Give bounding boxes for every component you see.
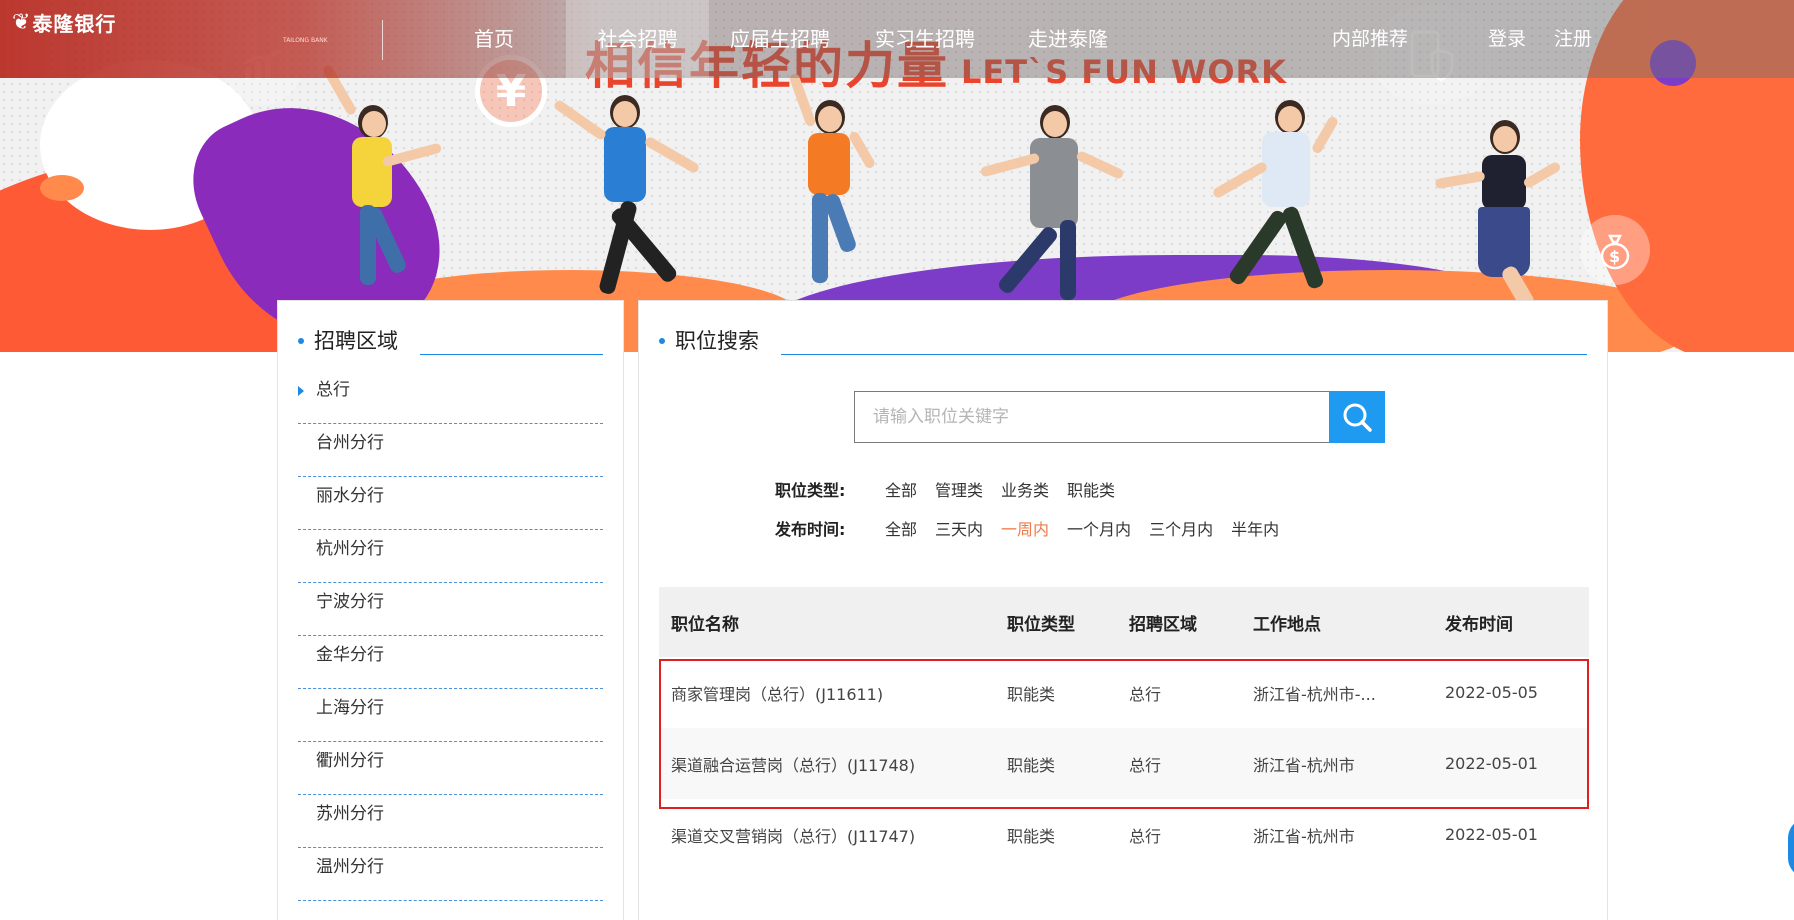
job-region-cell: 总行 <box>1129 755 1162 775</box>
nav-social-recruitment[interactable]: 社会招聘 <box>566 0 709 78</box>
region-item-quzhou[interactable]: 衢州分行 <box>298 742 603 795</box>
bullet-dot <box>298 338 304 344</box>
table-row[interactable]: 商家管理岗（总行）(J11611) 职能类 总行 浙江省-杭州市-... 202… <box>659 657 1589 728</box>
region-item-hangzhou[interactable]: 杭州分行 <box>298 530 603 583</box>
time-option-one-week[interactable]: 一周内 <box>1001 516 1049 540</box>
job-type-label: 职位类型: <box>775 481 846 500</box>
chat-widget-tab[interactable] <box>1788 818 1794 878</box>
job-region-cell: 总行 <box>1129 826 1162 846</box>
region-panel: 招聘区域 总行 台州分行 丽水分行 杭州分行 宁波分行 金华分行 上海分行 衢州… <box>277 300 624 920</box>
nav-divider <box>382 20 383 60</box>
job-date-cell: 2022-05-05 <box>1445 683 1538 702</box>
banner-person <box>780 72 880 295</box>
time-option-three-months[interactable]: 三个月内 <box>1149 516 1213 540</box>
table-header: 职位名称 职位类型 招聘区域 工作地点 发布时间 <box>659 587 1589 657</box>
column-header-type: 职位类型 <box>1007 614 1075 635</box>
search-icon <box>1343 403 1372 432</box>
column-header-location: 工作地点 <box>1253 614 1321 635</box>
job-date-cell: 2022-05-01 <box>1445 754 1538 773</box>
region-item-wenzhou[interactable]: 温州分行 <box>298 848 603 901</box>
selected-arrow-icon <box>298 386 304 396</box>
job-region-cell: 总行 <box>1129 684 1162 704</box>
region-label: 总行 <box>316 380 350 400</box>
time-option-all[interactable]: 全部 <box>885 516 917 540</box>
region-item-taizhou[interactable]: 台州分行 <box>298 424 603 477</box>
bullet-dot <box>659 338 665 344</box>
brand-name: 泰隆银行 <box>32 12 117 36</box>
header-underline <box>420 354 603 355</box>
job-type-cell: 职能类 <box>1007 684 1056 704</box>
region-label: 温州分行 <box>316 857 384 877</box>
nav-home[interactable]: 首页 <box>462 0 526 78</box>
time-option-one-month[interactable]: 一个月内 <box>1067 516 1131 540</box>
column-header-date: 发布时间 <box>1445 614 1513 635</box>
header-underline <box>781 354 1587 355</box>
job-title-cell[interactable]: 渠道交叉营销岗（总行）(J11747) <box>659 823 1007 847</box>
nav-graduate-recruitment[interactable]: 应届生招聘 <box>720 0 840 78</box>
register-link[interactable]: 注册 <box>1554 0 1592 78</box>
banner-person <box>320 63 443 295</box>
job-search-panel: 职位搜索 职位类型: 全部 管理类 业务类 职能类 发布时间: 全部 三天内 一… <box>638 300 1608 920</box>
svg-text:$: $ <box>1609 247 1620 266</box>
region-item-shanghai[interactable]: 上海分行 <box>298 689 603 742</box>
search-button[interactable] <box>1329 391 1385 443</box>
type-option-functional[interactable]: 职能类 <box>1067 477 1115 501</box>
job-table: 职位名称 职位类型 招聘区域 工作地点 发布时间 商家管理岗（总行）(J1161… <box>659 587 1589 870</box>
region-item-jinhua[interactable]: 金华分行 <box>298 636 603 689</box>
job-keyword-input[interactable] <box>855 392 1328 442</box>
region-item-suzhou[interactable]: 苏州分行 <box>298 795 603 848</box>
region-label: 丽水分行 <box>316 486 384 506</box>
job-type-cell: 职能类 <box>1007 755 1056 775</box>
banner-person <box>1200 100 1340 300</box>
region-item-head-office[interactable]: 总行 <box>298 371 603 424</box>
table-row[interactable]: 渠道交叉营销岗（总行）(J11747) 职能类 总行 浙江省-杭州市 2022-… <box>659 799 1589 870</box>
region-label: 金华分行 <box>316 645 384 665</box>
type-option-all[interactable]: 全部 <box>885 477 917 501</box>
job-date-cell: 2022-05-01 <box>1445 825 1538 844</box>
job-location-cell: 浙江省-杭州市 <box>1253 755 1355 775</box>
login-link[interactable]: 登录 <box>1488 0 1526 78</box>
internal-referral-link[interactable]: 内部推荐 <box>1332 0 1408 78</box>
table-row[interactable]: 渠道融合运营岗（总行）(J11748) 职能类 总行 浙江省-杭州市 2022-… <box>659 728 1589 799</box>
publish-time-label: 发布时间: <box>775 520 846 539</box>
job-title-cell[interactable]: 商家管理岗（总行）(J11611) <box>659 681 1007 705</box>
search-box <box>854 391 1384 443</box>
type-option-management[interactable]: 管理类 <box>935 477 983 501</box>
column-header-title: 职位名称 <box>671 614 739 635</box>
region-label: 苏州分行 <box>316 804 384 824</box>
job-search-header: 职位搜索 <box>659 325 1587 355</box>
money-bag-icon: $ <box>1580 215 1650 285</box>
region-item-ningbo[interactable]: 宁波分行 <box>298 583 603 636</box>
publish-time-filter: 发布时间: 全部 三天内 一周内 一个月内 三个月内 半年内 <box>775 516 1297 540</box>
region-label: 上海分行 <box>316 698 384 718</box>
time-option-half-year[interactable]: 半年内 <box>1231 516 1279 540</box>
nav-intern-recruitment[interactable]: 实习生招聘 <box>865 0 985 78</box>
job-location-cell: 浙江省-杭州市-... <box>1253 684 1376 704</box>
job-type-filter: 职位类型: 全部 管理类 业务类 职能类 <box>775 477 1133 501</box>
region-label: 衢州分行 <box>316 751 384 771</box>
brand-subtitle: TAILONG BANK <box>283 37 328 44</box>
region-panel-header: 招聘区域 <box>298 325 603 355</box>
type-option-business[interactable]: 业务类 <box>1001 477 1049 501</box>
job-type-cell: 职能类 <box>1007 826 1056 846</box>
column-header-region: 招聘区域 <box>1129 614 1197 635</box>
banner-person <box>1434 115 1562 311</box>
job-search-title: 职位搜索 <box>675 329 759 353</box>
region-list: 总行 台州分行 丽水分行 杭州分行 宁波分行 金华分行 上海分行 衢州分行 苏州… <box>298 371 603 901</box>
brand-swirl-icon: ❦ <box>12 10 31 35</box>
job-title-cell[interactable]: 渠道融合运营岗（总行）(J11748) <box>659 752 1007 776</box>
banner-person <box>979 100 1125 300</box>
region-panel-title: 招聘区域 <box>314 329 398 353</box>
brand-logo[interactable]: ❦ 泰隆银行 <box>12 8 116 37</box>
banner-person <box>552 95 701 300</box>
region-label: 杭州分行 <box>316 539 384 559</box>
time-option-three-days[interactable]: 三天内 <box>935 516 983 540</box>
top-navigation-bar: ❦ 泰隆银行 TAILONG BANK 首页 社会招聘 应届生招聘 实习生招聘 … <box>0 0 1794 78</box>
banner-shape <box>40 175 84 201</box>
nav-about-tailong[interactable]: 走进泰隆 <box>1018 0 1118 78</box>
job-location-cell: 浙江省-杭州市 <box>1253 826 1355 846</box>
region-label: 台州分行 <box>316 433 384 453</box>
region-label: 宁波分行 <box>316 592 384 612</box>
region-item-lishui[interactable]: 丽水分行 <box>298 477 603 530</box>
